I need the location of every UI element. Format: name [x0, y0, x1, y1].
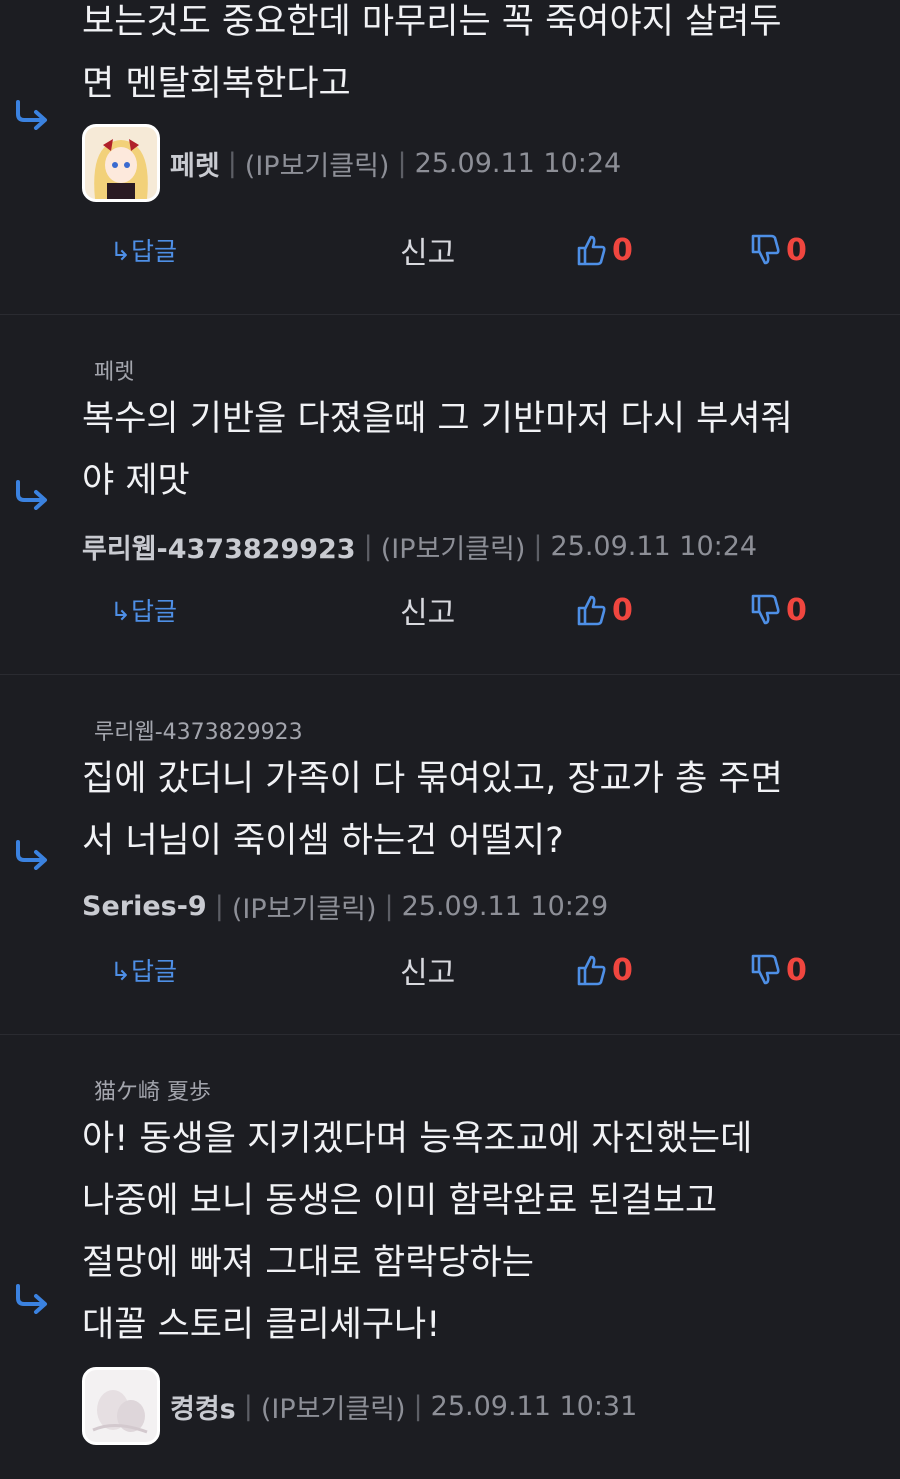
white-figure-avatar-icon[interactable] — [82, 1367, 160, 1445]
report-button[interactable]: 신고 — [400, 585, 455, 635]
like-button[interactable]: 0 — [576, 945, 633, 995]
meta-separator: | — [413, 1390, 423, 1422]
like-count: 0 — [612, 232, 633, 268]
like-count: 0 — [612, 592, 633, 628]
comment-timestamp: 25.09.11 10:31 — [430, 1390, 638, 1422]
reply-target-name: 루리웹-4373829923 — [94, 720, 303, 745]
comment-timestamp: 25.09.11 10:24 — [414, 147, 622, 179]
ip-view-link[interactable]: (IP보기클릭) — [232, 887, 377, 926]
meta-separator: | — [214, 890, 224, 922]
comment-list: 보는것도 중요한데 마무리는 꼭 죽여야지 살려두 면 멘탈회복한다고 페렛 |… — [0, 0, 900, 1479]
reply-arrow-icon — [14, 100, 50, 130]
comment-body: 보는것도 중요한데 마무리는 꼭 죽여야지 살려두 면 멘탈회복한다고 — [82, 2, 782, 104]
reply-target-name: 페렛 — [94, 360, 135, 385]
like-button[interactable]: 0 — [576, 225, 633, 275]
dislike-count: 0 — [786, 592, 807, 628]
reply-button[interactable]: ↳답글 — [110, 945, 177, 995]
comment-item: 루리웹-4373829923 집에 갔더니 가족이 다 묶여있고, 장교가 총 … — [0, 674, 900, 1035]
comment-actions: ↳답글 신고 0 0 — [0, 585, 900, 635]
comment-author[interactable]: 켱켱s — [170, 1387, 236, 1426]
thumbs-up-icon — [576, 594, 606, 626]
report-button[interactable]: 신고 — [400, 945, 455, 995]
meta-separator: | — [533, 530, 543, 562]
meta-separator: | — [363, 530, 373, 562]
ip-view-link[interactable]: (IP보기클릭) — [261, 1387, 406, 1426]
comment-meta: Series-9 | (IP보기클릭) | 25.09.11 10:29 — [82, 864, 608, 948]
thumbs-down-icon — [750, 954, 780, 986]
comment-meta: 페렛 | (IP보기클릭) | 25.09.11 10:24 — [82, 121, 621, 205]
dislike-button[interactable]: 0 — [750, 585, 807, 635]
meta-separator: | — [243, 1390, 253, 1422]
dislike-count: 0 — [786, 952, 807, 988]
ip-view-link[interactable]: (IP보기클릭) — [245, 144, 390, 183]
dislike-count: 0 — [786, 232, 807, 268]
dislike-button[interactable]: 0 — [750, 225, 807, 275]
reply-arrow-icon — [14, 840, 50, 870]
thumbs-up-icon — [576, 234, 606, 266]
thumbs-down-icon — [750, 594, 780, 626]
meta-separator: | — [227, 147, 237, 179]
report-button[interactable]: 신고 — [400, 225, 455, 275]
comment-actions: ↳답글 신고 0 0 — [0, 225, 900, 275]
comment-author[interactable]: Series-9 — [82, 891, 207, 922]
reply-arrow-icon — [14, 480, 50, 510]
comment-item: 보는것도 중요한데 마무리는 꼭 죽여야지 살려두 면 멘탈회복한다고 페렛 |… — [0, 0, 900, 315]
comment-meta: 켱켱s | (IP보기클릭) | 25.09.11 10:31 — [82, 1364, 637, 1448]
comment-body: 아! 동생을 지키겠다며 능욕조교에 자진했는데 나중에 보니 동생은 이미 함… — [82, 1119, 753, 1345]
dislike-button[interactable]: 0 — [750, 945, 807, 995]
thumbs-up-icon — [576, 954, 606, 986]
comment-body: 복수의 기반을 다졌을때 그 기반마저 다시 부셔줘 야 제맛 — [82, 399, 793, 501]
reply-target-name: 猫ケ崎 夏歩 — [94, 1080, 211, 1105]
reply-arrow-icon — [14, 1284, 50, 1314]
comment-timestamp: 25.09.11 10:24 — [550, 530, 758, 562]
reply-button[interactable]: ↳답글 — [110, 225, 177, 275]
comment-meta: 루리웹-4373829923 | (IP보기클릭) | 25.09.11 10:… — [82, 504, 757, 588]
comment-actions: ↳답글 신고 0 0 — [0, 945, 900, 995]
anime-girl-avatar-icon[interactable] — [82, 124, 160, 202]
comment-author[interactable]: 루리웹-4373829923 — [82, 527, 356, 566]
comment-item: 猫ケ崎 夏歩 아! 동생을 지키겠다며 능욕조교에 자진했는데 나중에 보니 동… — [0, 1034, 900, 1479]
comment-author[interactable]: 페렛 — [170, 144, 220, 183]
comment-timestamp: 25.09.11 10:29 — [401, 890, 609, 922]
like-count: 0 — [612, 952, 633, 988]
thumbs-down-icon — [750, 234, 780, 266]
comment-body: 집에 갔더니 가족이 다 묶여있고, 장교가 총 주면 서 너님이 죽이셈 하는… — [82, 759, 783, 861]
like-button[interactable]: 0 — [576, 585, 633, 635]
ip-view-link[interactable]: (IP보기클릭) — [381, 527, 526, 566]
comment-item: 페렛 복수의 기반을 다졌을때 그 기반마저 다시 부셔줘 야 제맛 루리웹-4… — [0, 314, 900, 675]
meta-separator: | — [384, 890, 394, 922]
reply-button[interactable]: ↳답글 — [110, 585, 177, 635]
meta-separator: | — [397, 147, 407, 179]
